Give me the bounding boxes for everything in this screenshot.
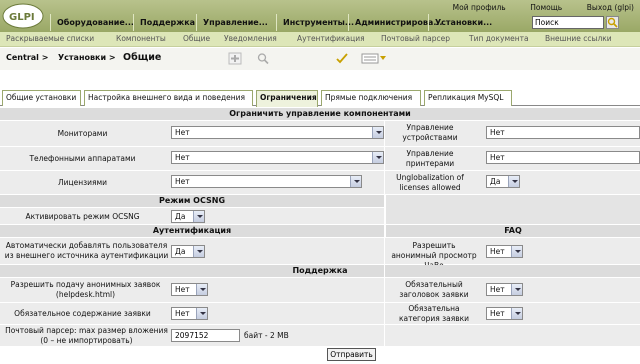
anon-helpdesk-select[interactable]: Нет — [171, 283, 208, 296]
submenu-authentication[interactable]: Аутентификация — [297, 34, 365, 43]
chevron-down-icon — [350, 176, 361, 187]
table-row — [386, 195, 640, 224]
printers-select[interactable]: Нет — [486, 151, 640, 164]
monitors-select[interactable]: Нет — [171, 126, 384, 139]
mandatory-title-label: Обязательный заголовок заявки — [399, 280, 469, 299]
tab-direct-connections[interactable]: Прямые подключения — [321, 90, 421, 106]
help-link[interactable]: Помощь — [530, 3, 562, 12]
add-icon[interactable] — [228, 52, 242, 65]
setup-submenu: Раскрываемые списки Компоненты Общие Уве… — [0, 32, 640, 47]
ocsng-select[interactable]: Да — [171, 210, 205, 223]
table-row: Разрешить подачу анонимных заявок (helpd… — [0, 278, 640, 302]
submenu-general[interactable]: Общие — [183, 34, 210, 43]
phones-select[interactable]: Нет — [171, 151, 384, 164]
auto-add-label: Автоматически добавлять пользователя из … — [4, 241, 169, 260]
tab-restrictions[interactable]: Ограничения — [256, 90, 318, 107]
search-input[interactable] — [532, 16, 604, 29]
table-row: Почтовый парсер: max размер вложения (0 … — [0, 325, 640, 346]
tab-bar: Общие установки Настройка внешнего вида … — [0, 90, 640, 107]
phones-label: Телефонными аппаратами — [29, 154, 136, 163]
svg-text:GLPI: GLPI — [9, 12, 35, 23]
table-row: Мониторами Нет Управление устройствами Н… — [0, 121, 640, 146]
chevron-down-icon — [511, 284, 522, 295]
column-divider — [384, 121, 385, 346]
table-row: Лицензиями Нет Unglobalization of licens… — [0, 171, 640, 194]
menu-setup[interactable]: Установки... — [428, 14, 498, 31]
glpi-logo[interactable]: GLPI — [2, 2, 44, 30]
anon-faq-select[interactable]: Нет — [486, 245, 523, 258]
logout-link[interactable]: Выход (glpi) — [587, 3, 634, 12]
tab-general-setup[interactable]: Общие установки — [2, 90, 81, 106]
unglobalization-label: Unglobalization of licenses allowed — [396, 173, 464, 192]
chevron-down-icon — [193, 246, 204, 257]
submenu-components[interactable]: Компоненты — [116, 34, 166, 43]
chevron-down-icon — [193, 211, 204, 222]
printers-label: Управление принтерами — [405, 149, 455, 168]
ocsng-label: Активировать режим OCSNG — [25, 212, 140, 221]
section-header-faq: FAQ — [386, 225, 640, 237]
check-icon[interactable] — [335, 52, 349, 65]
search-icon — [607, 17, 618, 28]
section-header-auth: Аутентификация — [0, 225, 384, 237]
page-title: Общие — [123, 52, 162, 63]
mandatory-content-select[interactable]: Нет — [171, 307, 208, 320]
table-row: Автоматически добавлять пользователя из … — [0, 238, 640, 270]
anon-helpdesk-label: Разрешить подачу анонимных заявок (helpd… — [10, 280, 161, 299]
chevron-down-icon — [372, 127, 383, 138]
devices-select[interactable]: Нет — [486, 126, 640, 139]
table-row: Обязательное содержание заявки Нет Обяза… — [0, 303, 640, 324]
mail-max-label: Почтовый парсер: max размер вложения (0 … — [5, 326, 168, 345]
devices-label: Управление устройствами — [402, 123, 458, 142]
restrictions-form: Ограничить управление компонентами Монит… — [0, 107, 640, 364]
tab-mysql-replication[interactable]: Репликация MySQL — [424, 90, 512, 106]
section-header-support: Поддержка — [0, 265, 640, 277]
chevron-down-icon — [372, 152, 383, 163]
auto-add-select[interactable]: Да — [171, 245, 205, 258]
menu-management[interactable]: Управление... — [196, 14, 276, 31]
main-menu: Оборудование... Поддержка Управление... … — [50, 14, 498, 31]
mail-max-input[interactable]: 2097152 — [171, 329, 240, 342]
unglobalization-select[interactable]: Да — [486, 175, 520, 188]
breadcrumb-central[interactable]: Central > — [6, 53, 48, 62]
profile-link[interactable]: Мой профиль — [453, 3, 506, 12]
tab-display[interactable]: Настройка внешнего вида и поведения — [84, 90, 253, 106]
search-button[interactable] — [606, 16, 619, 29]
chevron-down-icon — [508, 176, 519, 187]
section-header-limits: Ограничить управление компонентами — [0, 108, 640, 120]
mandatory-category-select[interactable]: Нет — [486, 307, 523, 320]
submenu-mail-parser[interactable]: Почтовый парсер — [381, 34, 450, 43]
menu-administration[interactable]: Администрирова... — [348, 14, 442, 31]
menu-tools[interactable]: Инструменты... — [276, 14, 354, 31]
menu-inventory[interactable]: Оборудование... — [50, 14, 134, 31]
list-icon[interactable] — [361, 52, 387, 65]
monitors-label: Мониторами — [57, 129, 108, 138]
top-header: GLPI Мой профиль Помощь Выход (glpi) Обо… — [0, 0, 640, 32]
mandatory-title-select[interactable]: Нет — [486, 283, 523, 296]
licenses-label: Лицензиями — [57, 178, 108, 187]
breadcrumb-setup[interactable]: Установки > — [58, 53, 116, 62]
chevron-down-icon — [196, 308, 207, 319]
breadcrumb: Central > Установки > Общие — [0, 48, 640, 70]
mandatory-content-label: Обязательное содержание заявки — [14, 309, 151, 318]
submenu-notifications[interactable]: Уведомления — [224, 34, 277, 43]
table-row: Телефонными аппаратами Нет Управление пр… — [0, 147, 640, 170]
mandatory-category-label: Обязательна категория заявки — [398, 304, 470, 323]
menu-support[interactable]: Поддержка — [133, 14, 196, 31]
submenu-dropdowns[interactable]: Раскрываемые списки — [6, 34, 94, 43]
mail-max-unit: байт - 2 MB — [244, 331, 289, 340]
submit-button[interactable]: Отправить — [327, 348, 376, 361]
licenses-select[interactable]: Нет — [171, 175, 362, 188]
chevron-down-icon — [511, 308, 522, 319]
table-row: Активировать режим OCSNG Да — [0, 208, 384, 224]
chevron-down-icon — [511, 246, 522, 257]
submenu-document-types[interactable]: Тип документа — [469, 34, 529, 43]
section-header-ocsng: Режим OCSNG — [0, 195, 384, 207]
search-icon[interactable] — [256, 52, 270, 65]
top-links: Мой профиль Помощь Выход (glpi) — [431, 3, 634, 14]
submenu-external-links[interactable]: Внешние ссылки — [545, 34, 612, 43]
chevron-down-icon — [196, 284, 207, 295]
